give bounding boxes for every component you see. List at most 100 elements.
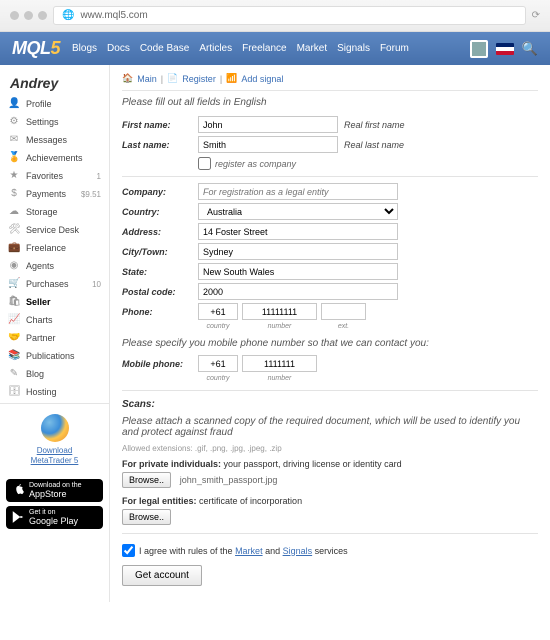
signal-icon: 📶 [226, 73, 237, 84]
country-label: Country: [122, 207, 192, 217]
sidebar-icon: 🛒 [8, 278, 20, 290]
sidebar-icon: 📈 [8, 314, 20, 326]
postal-input[interactable] [198, 283, 398, 300]
sidebar-item-label: Storage [26, 207, 58, 217]
register-company-label: register as company [215, 159, 296, 169]
nav-articles[interactable]: Articles [199, 43, 232, 54]
market-link[interactable]: Market [235, 546, 263, 556]
sidebar-icon: 🗄 [8, 386, 20, 398]
breadcrumb: 🏠 Main | 📄 Register | 📶 Add signal [122, 73, 538, 91]
nav-blogs[interactable]: Blogs [72, 43, 97, 54]
first-name-note: Real first name [344, 120, 405, 130]
googleplay-badge[interactable]: Get it onGoogle Play [6, 506, 103, 529]
sidebar-badge: 1 [97, 172, 101, 181]
search-icon[interactable]: 🔍 [522, 41, 538, 57]
sidebar-item-label: Publications [26, 351, 75, 361]
sidebar-item-favorites[interactable]: ★ Favorites 1 [0, 167, 109, 185]
sidebar-item-label: Favorites [26, 171, 63, 181]
sidebar-item-achievements[interactable]: 🏅Achievements [0, 149, 109, 167]
phone-num-input[interactable] [242, 303, 317, 320]
sidebar-item-charts[interactable]: 📈Charts [0, 311, 109, 329]
sidebar-item-hosting[interactable]: 🗄Hosting [0, 383, 109, 401]
sidebar-item-settings[interactable]: ⚙Settings [0, 113, 109, 131]
get-account-button[interactable]: Get account [122, 565, 202, 586]
mobile-cc-input[interactable] [198, 355, 238, 372]
sidebar-item-seller[interactable]: 🛍Seller [0, 293, 109, 311]
browse-legal-button[interactable]: Browse.. [122, 509, 171, 525]
mobile-hint: Please specify you mobile phone number s… [122, 338, 538, 349]
mobile-label: Mobile phone: [122, 359, 192, 369]
lang-flag-icon[interactable] [496, 43, 514, 55]
browse-private-button[interactable]: Browse.. [122, 472, 171, 488]
allowed-ext: Allowed extensions: .gif, .png, .jpg, .j… [122, 444, 538, 453]
address-bar[interactable]: 🌐 www.mql5.com [53, 6, 526, 25]
nav-items: Blogs Docs Code Base Articles Freelance … [72, 43, 409, 54]
download-mt5-promo: DownloadMetaTrader 5 [0, 406, 109, 475]
nav-market[interactable]: Market [297, 43, 328, 54]
phone-ext-input[interactable] [321, 303, 366, 320]
sidebar-item-label: Messages [26, 135, 67, 145]
sidebar-item-profile[interactable]: 👤Profile [0, 95, 109, 113]
globe-icon: 🌐 [62, 10, 74, 21]
appstore-badge[interactable]: Download on theAppStore [6, 479, 103, 502]
sidebar-item-label: Achievements [26, 153, 83, 163]
sidebar-icon: $ [8, 188, 20, 200]
sidebar-item-agents[interactable]: ◉Agents [0, 257, 109, 275]
nav-freelance[interactable]: Freelance [242, 43, 286, 54]
logo[interactable]: MQL5 [12, 38, 60, 59]
address-input[interactable] [198, 223, 398, 240]
page-title: Andrey [0, 71, 109, 95]
city-input[interactable] [198, 243, 398, 260]
download-link[interactable]: DownloadMetaTrader 5 [6, 446, 103, 467]
agree-checkbox[interactable] [122, 544, 135, 557]
last-name-input[interactable] [198, 136, 338, 153]
nav-signals[interactable]: Signals [337, 43, 370, 54]
state-input[interactable] [198, 263, 398, 280]
first-name-input[interactable] [198, 116, 338, 133]
sidebar-item-label: Payments [26, 189, 66, 199]
top-nav: MQL5 Blogs Docs Code Base Articles Freel… [0, 32, 550, 65]
nav-codebase[interactable]: Code Base [140, 43, 189, 54]
sidebar-item-blog[interactable]: ✎Blog [0, 365, 109, 383]
sidebar: Andrey 👤Profile⚙Settings ✉ Messages 🏅Achiev… [0, 65, 110, 602]
sidebar-item-publications[interactable]: 📚Publications [0, 347, 109, 365]
sidebar-item-payments[interactable]: $Payments$9.51 [0, 185, 109, 203]
sidebar-icon: ✉ [8, 134, 20, 146]
country-select[interactable]: Australia [198, 203, 398, 220]
sidebar-item-label: Profile [26, 99, 52, 109]
first-name-label: First name: [122, 120, 192, 130]
sidebar-item-label: Partner [26, 333, 56, 343]
bc-addsignal[interactable]: Add signal [241, 74, 283, 84]
sidebar-icon: 🛍 [8, 296, 20, 308]
company-label: Company: [122, 187, 192, 197]
sidebar-item-partner[interactable]: 🤝Partner [0, 329, 109, 347]
main-form: 🏠 Main | 📄 Register | 📶 Add signal Pleas… [110, 65, 550, 602]
sidebar-icon: ★ [8, 170, 20, 182]
sidebar-item-purchases[interactable]: 🛒Purchases10 [0, 275, 109, 293]
avatar[interactable] [470, 40, 488, 58]
sidebar-icon: ☁ [8, 206, 20, 218]
bc-register[interactable]: Register [182, 74, 216, 84]
signals-link[interactable]: Signals [283, 546, 313, 556]
phone-cc-input[interactable] [198, 303, 238, 320]
scans-hint: Please attach a scanned copy of the requ… [122, 416, 538, 438]
bc-main[interactable]: Main [137, 74, 157, 84]
mobile-num-input[interactable] [242, 355, 317, 372]
nav-forum[interactable]: Forum [380, 43, 409, 54]
sidebar-icon: 🛠 [8, 224, 20, 236]
sidebar-item-storage[interactable]: ☁ Storage [0, 203, 109, 221]
sidebar-item-service-desk[interactable]: 🛠Service Desk [0, 221, 109, 239]
address-label: Address: [122, 227, 192, 237]
url-text: www.mql5.com [80, 10, 147, 21]
sidebar-item-freelance[interactable]: 💼Freelance [0, 239, 109, 257]
nav-docs[interactable]: Docs [107, 43, 130, 54]
sidebar-item-messages[interactable]: ✉ Messages [0, 131, 109, 149]
register-company-checkbox[interactable] [198, 157, 211, 170]
agree-text: I agree with rules of the Market and Sig… [139, 546, 348, 556]
sidebar-item-label: Blog [26, 369, 44, 379]
window-controls[interactable] [10, 11, 47, 20]
private-file-label: For private individuals: your passport, … [122, 459, 538, 469]
doc-icon: 📄 [167, 73, 178, 84]
reload-icon[interactable]: ⟳ [532, 10, 540, 21]
sidebar-icon: 💼 [8, 242, 20, 254]
